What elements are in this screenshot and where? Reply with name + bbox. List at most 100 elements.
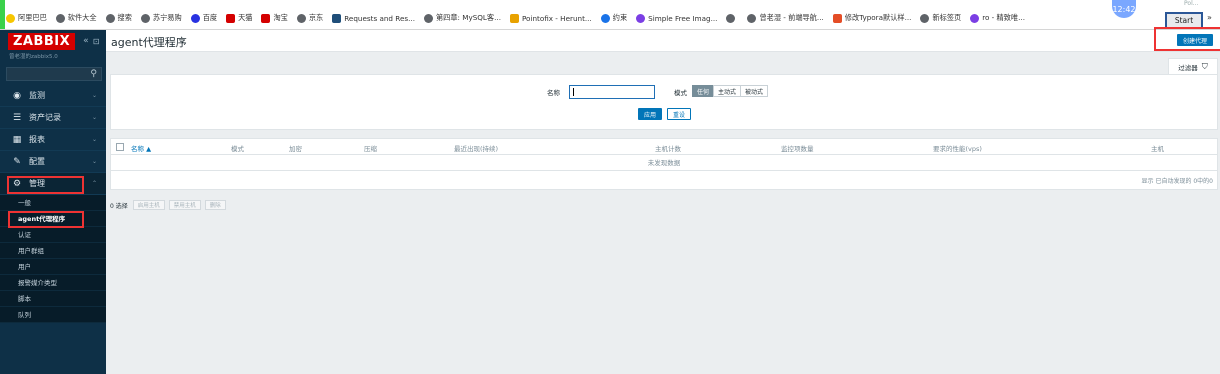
list-icon: ☰	[12, 112, 22, 123]
table-header: 名称 ▲ 模式 加密 压缩 最近出现(持续) 主机计数 监控项数量 要求的性能(…	[111, 139, 1217, 155]
brand: ZABBIX « ⊡	[0, 30, 106, 52]
filter-panel: 名称 模式 任何 主动式 被动式 应用 重设	[110, 74, 1218, 130]
collapse-sidebar-icon[interactable]: «	[83, 36, 89, 46]
globe-icon	[55, 13, 65, 23]
bookmark[interactable]: Requests and Res...	[332, 11, 415, 25]
submenu-item-queue[interactable]: 队列	[0, 307, 106, 323]
column-required-performance: 要求的性能(vps)	[933, 145, 982, 153]
column-host-count: 主机计数	[655, 145, 681, 153]
bookmark[interactable]: 苏宁易购	[140, 11, 182, 25]
bookmark[interactable]: 阿里巴巴	[6, 11, 47, 25]
chevron-down-icon: ⌄	[91, 92, 97, 99]
typora-icon	[832, 13, 842, 23]
alibaba-icon	[6, 13, 15, 23]
mass-actions: 0 选择 启用主机 禁用主机 删除	[110, 200, 230, 210]
bookmark[interactable]: 曾老湿 - 前端导航...	[747, 11, 824, 25]
sidebar-item-monitoring[interactable]: ◉ 监测 ⌄	[0, 85, 106, 107]
bookmark[interactable]: ro - 精致唯...	[970, 11, 1025, 25]
wrench-icon: ✎	[13, 156, 21, 167]
sidebar-item-reports[interactable]: ▦ 报表 ⌄	[0, 129, 106, 151]
chart-icon: ▦	[12, 134, 22, 145]
image-host-icon	[636, 13, 646, 23]
bookmark[interactable]: 京东	[296, 11, 323, 25]
tmall-icon	[226, 13, 236, 23]
bookmark[interactable]: 约束	[600, 11, 627, 25]
bookmark[interactable]: 修改Typora默认样...	[832, 11, 911, 25]
enable-hosts-button[interactable]: 启用主机	[132, 200, 165, 210]
eye-icon: ◉	[13, 90, 21, 101]
mode-active-option[interactable]: 主动式	[713, 85, 742, 97]
sidebar-item-administration[interactable]: ⚙ 管理 ⌃	[0, 173, 106, 195]
overflow-tab-label: Pol...	[1184, 0, 1199, 7]
selected-count: 0 选择	[110, 202, 128, 210]
chevron-down-icon: ⌄	[91, 114, 97, 121]
column-item-count: 监控项数量	[781, 145, 814, 153]
submenu-item-authentication[interactable]: 认证	[0, 227, 106, 243]
bookmark[interactable]: 软件大全	[55, 11, 97, 25]
highlight-box	[7, 176, 84, 194]
more-bookmarks-icon[interactable]: »	[1207, 13, 1212, 22]
reset-button[interactable]: 重设	[667, 108, 691, 120]
pointofix-icon	[509, 13, 519, 23]
submenu-item-scripts[interactable]: 脚本	[0, 291, 106, 307]
page-header: agent代理程序 创建代理	[106, 27, 1220, 52]
page-title: agent代理程序	[111, 36, 187, 49]
bookmark[interactable]: 百度	[190, 11, 217, 25]
delete-button[interactable]: 删除	[204, 200, 226, 210]
chevron-up-icon: ⌃	[91, 180, 97, 187]
submenu-item-users[interactable]: 用户	[0, 259, 106, 275]
globe-icon	[105, 13, 115, 23]
column-encryption: 加密	[289, 145, 302, 153]
bookmark[interactable]: 新标签页	[920, 11, 961, 25]
filter-icon: ⛉	[1201, 61, 1208, 71]
mode-segmented-control: 任何 主动式 被动式	[692, 85, 769, 97]
bookmark[interactable]: 搜索	[105, 11, 132, 25]
globe-icon	[920, 13, 930, 23]
taobao-icon	[261, 13, 271, 23]
proxies-table: 名称 ▲ 模式 加密 压缩 最近出现(持续) 主机计数 监控项数量 要求的性能(…	[110, 138, 1218, 190]
notion-icon	[970, 13, 980, 23]
baidu-icon	[190, 13, 200, 23]
column-mode: 模式	[231, 145, 244, 153]
chevron-down-icon: ⌄	[91, 158, 97, 165]
submenu-item-user-groups[interactable]: 用户群组	[0, 243, 106, 259]
globe-icon	[747, 13, 757, 23]
globe-icon	[296, 13, 306, 23]
submenu-item-general[interactable]: 一般	[0, 195, 106, 211]
bookmark[interactable]: 第四章: MySQL客...	[423, 11, 501, 25]
create-proxy-button[interactable]: 创建代理	[1177, 34, 1213, 46]
globe-icon	[726, 13, 736, 23]
apply-button[interactable]: 应用	[638, 108, 662, 120]
column-compression: 压缩	[364, 145, 377, 153]
name-label: 名称	[547, 89, 560, 97]
chevron-down-icon: ⌄	[91, 136, 97, 143]
globe-icon	[423, 13, 433, 23]
sidebar-item-configuration[interactable]: ✎ 配置 ⌄	[0, 151, 106, 173]
kiosk-mode-icon[interactable]: ⊡	[93, 37, 100, 46]
filter-tab[interactable]: 过滤器 ⛉	[1168, 58, 1218, 74]
constraint-icon	[600, 13, 610, 23]
search-input[interactable]: ⚲	[6, 67, 102, 81]
submenu-item-media-types[interactable]: 报警媒介类型	[0, 275, 106, 291]
bookmark[interactable]: 淘宝	[261, 11, 288, 25]
globe-icon	[140, 13, 150, 23]
bookmark[interactable]	[726, 11, 738, 25]
search-icon[interactable]: ⚲	[90, 69, 97, 79]
submenu-item-proxies[interactable]: agent代理程序	[0, 211, 106, 228]
disable-hosts-button[interactable]: 禁用主机	[168, 200, 201, 210]
mode-any-option[interactable]: 任何	[692, 85, 715, 97]
zabbix-logo[interactable]: ZABBIX	[8, 32, 76, 50]
bookmark[interactable]: 天猫	[226, 11, 252, 25]
highlight-box	[8, 211, 84, 228]
name-filter-input[interactable]	[569, 85, 655, 99]
mode-passive-option[interactable]: 被动式	[740, 85, 769, 97]
bookmarks-bar: 阿里巴巴 软件大全 搜索 苏宁易购 百度 天猫 淘宝 京东 Requests a…	[0, 0, 1220, 30]
bookmark[interactable]: Simple Free Imag...	[636, 11, 717, 25]
bookmark[interactable]: Pointofix - Herunt...	[509, 11, 592, 25]
column-name[interactable]: 名称 ▲	[131, 143, 151, 153]
select-all-checkbox[interactable]	[116, 143, 124, 151]
sidebar-item-inventory[interactable]: ☰ 资产记录 ⌄	[0, 107, 106, 129]
doc-icon	[332, 13, 342, 23]
window-edge	[0, 0, 5, 29]
no-data-message: 未发现数据	[111, 155, 1217, 171]
